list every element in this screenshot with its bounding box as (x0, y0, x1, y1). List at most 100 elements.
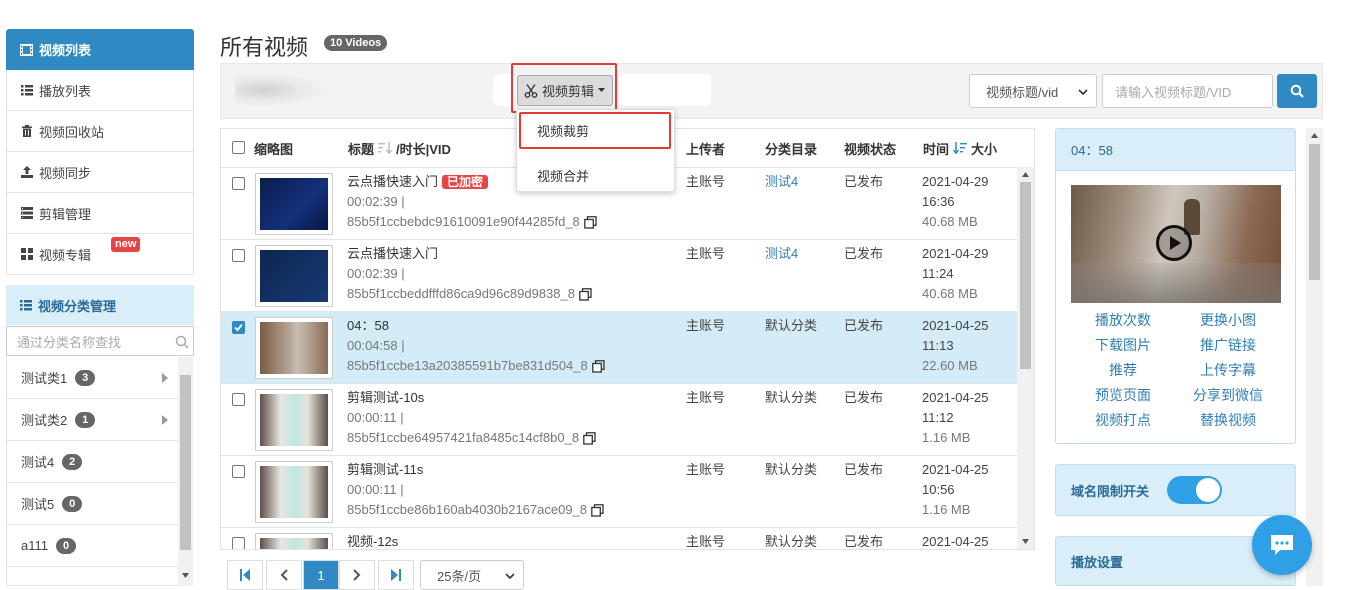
encrypted-badge: 已加密 (442, 175, 489, 189)
chevron-down-icon (1078, 89, 1088, 95)
page-scrollbar[interactable] (1306, 128, 1323, 586)
category-search-input[interactable]: 通过分类名称查找 (6, 326, 194, 356)
copy-icon[interactable] (591, 359, 605, 373)
video-thumbnail[interactable] (255, 245, 333, 307)
scroll-down-icon[interactable] (1022, 539, 1029, 544)
page-size-value: 25条/页 (437, 568, 482, 584)
header-duration-vid-label: /时长|VID (396, 141, 451, 157)
video-edit-button[interactable]: 视频剪辑 (517, 75, 613, 106)
trash-icon (22, 125, 32, 137)
link-video-markers[interactable]: 视频打点 (1095, 410, 1151, 430)
scrollbar-thumb[interactable] (1309, 144, 1320, 280)
category: 默认分类 (765, 390, 818, 405)
grid-icon (21, 248, 33, 260)
copy-icon[interactable] (583, 431, 596, 445)
header-thumbnail: 缩略图 (254, 141, 294, 157)
sort-desc-icon[interactable] (953, 142, 968, 154)
scroll-up-icon[interactable] (1022, 172, 1029, 177)
category-label: 测试5 (21, 497, 55, 512)
table-row[interactable]: 视频-12s 主账号 默认分类 已发布 2021-04-25 (221, 527, 1017, 549)
category[interactable]: 测试4 (765, 172, 798, 192)
chevron-right-icon[interactable] (162, 373, 168, 383)
video-thumbnail[interactable] (255, 389, 333, 451)
table-row[interactable]: 04：58 00:04:58 | 85b5f1ccbe13a20385591b7be… (221, 311, 1017, 383)
category-scrollbar[interactable] (178, 357, 193, 586)
video-thumbnail[interactable] (255, 461, 333, 523)
video-title[interactable]: 剪辑测试-11s (347, 462, 423, 477)
category[interactable]: 测试4 (765, 244, 798, 264)
scroll-up-icon[interactable] (1311, 133, 1318, 138)
search-type-select[interactable]: 视频标题/vid (969, 74, 1097, 108)
play-icon[interactable] (1156, 225, 1192, 261)
video-preview-image[interactable] (1071, 185, 1281, 303)
link-replace-video[interactable]: 替换视频 (1200, 410, 1256, 430)
sidebar-item-video-sync[interactable]: 视频同步 (6, 152, 194, 193)
table-row[interactable]: 剪辑测试-11s 00:00:11 | 85b5f1ccbe86b160ab4030… (221, 455, 1017, 527)
category-item[interactable]: 测试5 0 (6, 483, 178, 525)
search-input[interactable]: 请输入视频标题/VID (1102, 74, 1273, 108)
link-download-image[interactable]: 下载图片 (1095, 335, 1151, 355)
link-change-thumbnail[interactable]: 更换小图 (1200, 310, 1256, 330)
upload-date: 2021-04-25 (922, 534, 989, 549)
sort-icon[interactable] (378, 142, 393, 154)
header-time-size[interactable]: 时间 大小 (923, 129, 997, 167)
sidebar-header-video-list[interactable]: 视频列表 (6, 29, 194, 70)
category-item[interactable]: 测试类2 1 (6, 399, 178, 441)
row-checkbox[interactable] (232, 321, 245, 334)
link-promotion[interactable]: 推广链接 (1200, 335, 1256, 355)
upload-time: 16:36 (922, 194, 955, 209)
check-icon (234, 323, 243, 332)
copy-icon[interactable] (579, 287, 592, 301)
link-preview-page[interactable]: 预览页面 (1095, 385, 1151, 405)
new-badge: new (111, 237, 141, 252)
sidebar-item-recycle-bin[interactable]: 视频回收站 (6, 111, 194, 152)
row-checkbox[interactable] (232, 393, 245, 406)
video-title[interactable]: 04：58 (347, 318, 389, 333)
link-play-count[interactable]: 播放次数 (1095, 310, 1151, 330)
row-checkbox[interactable] (232, 465, 245, 478)
video-thumbnail[interactable] (255, 533, 333, 549)
video-thumbnail[interactable] (255, 317, 333, 379)
video-title[interactable]: 剪辑测试-10s (347, 390, 424, 405)
category-item-partial[interactable] (6, 567, 178, 586)
table-scrollbar[interactable] (1017, 167, 1034, 549)
sidebar-item-clip-management[interactable]: 剪辑管理 (6, 193, 194, 234)
category-label: 测试类1 (21, 371, 68, 386)
category-item[interactable]: a111 0 (6, 525, 178, 567)
copy-icon[interactable] (591, 503, 604, 517)
scrollbar-thumb[interactable] (180, 375, 191, 550)
upload-date: 2021-04-25 (922, 390, 989, 405)
link-recommend[interactable]: 推荐 (1109, 360, 1137, 380)
row-checkbox[interactable] (232, 177, 245, 190)
table-row[interactable]: 剪辑测试-10s 00:00:11 | 85b5f1ccbe64957421fa84… (221, 383, 1017, 455)
blurred-area (235, 72, 330, 108)
video-title[interactable]: 云点播快速入门 (347, 174, 438, 189)
sidebar-header-label: 视频列表 (39, 43, 92, 58)
menu-item-video-merge[interactable]: 视频合并 (537, 166, 589, 185)
copy-icon[interactable] (583, 215, 597, 229)
link-share-wechat[interactable]: 分享到微信 (1193, 385, 1263, 405)
video-title[interactable]: 视频-12s (347, 534, 398, 549)
sidebar-item-label: 视频专辑 (39, 247, 92, 263)
video-title[interactable]: 云点播快速入门 (347, 246, 438, 261)
category-item[interactable]: 测试类1 3 (6, 357, 178, 399)
sidebar-item-video-album[interactable]: 视频专辑 new (6, 234, 194, 275)
video-thumbnail[interactable] (255, 173, 333, 235)
chat-button[interactable] (1252, 515, 1312, 575)
category-management-header[interactable]: 视频分类管理 (6, 285, 194, 325)
row-checkbox[interactable] (232, 537, 245, 549)
category-item[interactable]: 测试4 2 (6, 441, 178, 483)
domain-restriction-toggle[interactable] (1167, 476, 1223, 504)
video-vid: 85b5f1ccbe13a20385591b7be831d504_8 (347, 358, 588, 373)
header-title[interactable]: 标题 /时长|VID (348, 129, 451, 167)
chevron-right-icon[interactable] (162, 415, 168, 425)
link-upload-subtitle[interactable]: 上传字幕 (1200, 360, 1256, 380)
row-checkbox[interactable] (232, 249, 245, 262)
select-all-checkbox[interactable] (232, 141, 245, 154)
header-category: 分类目录 (765, 141, 818, 157)
table-row[interactable]: 云点播快速入门 00:02:39 | 85b5f1ccbeddfffd86ca9d9… (221, 239, 1017, 311)
scroll-down-icon[interactable] (182, 573, 189, 578)
sidebar-item-playlist[interactable]: 播放列表 (6, 70, 194, 111)
scrollbar-thumb[interactable] (1020, 182, 1031, 369)
search-button[interactable] (1277, 74, 1317, 108)
